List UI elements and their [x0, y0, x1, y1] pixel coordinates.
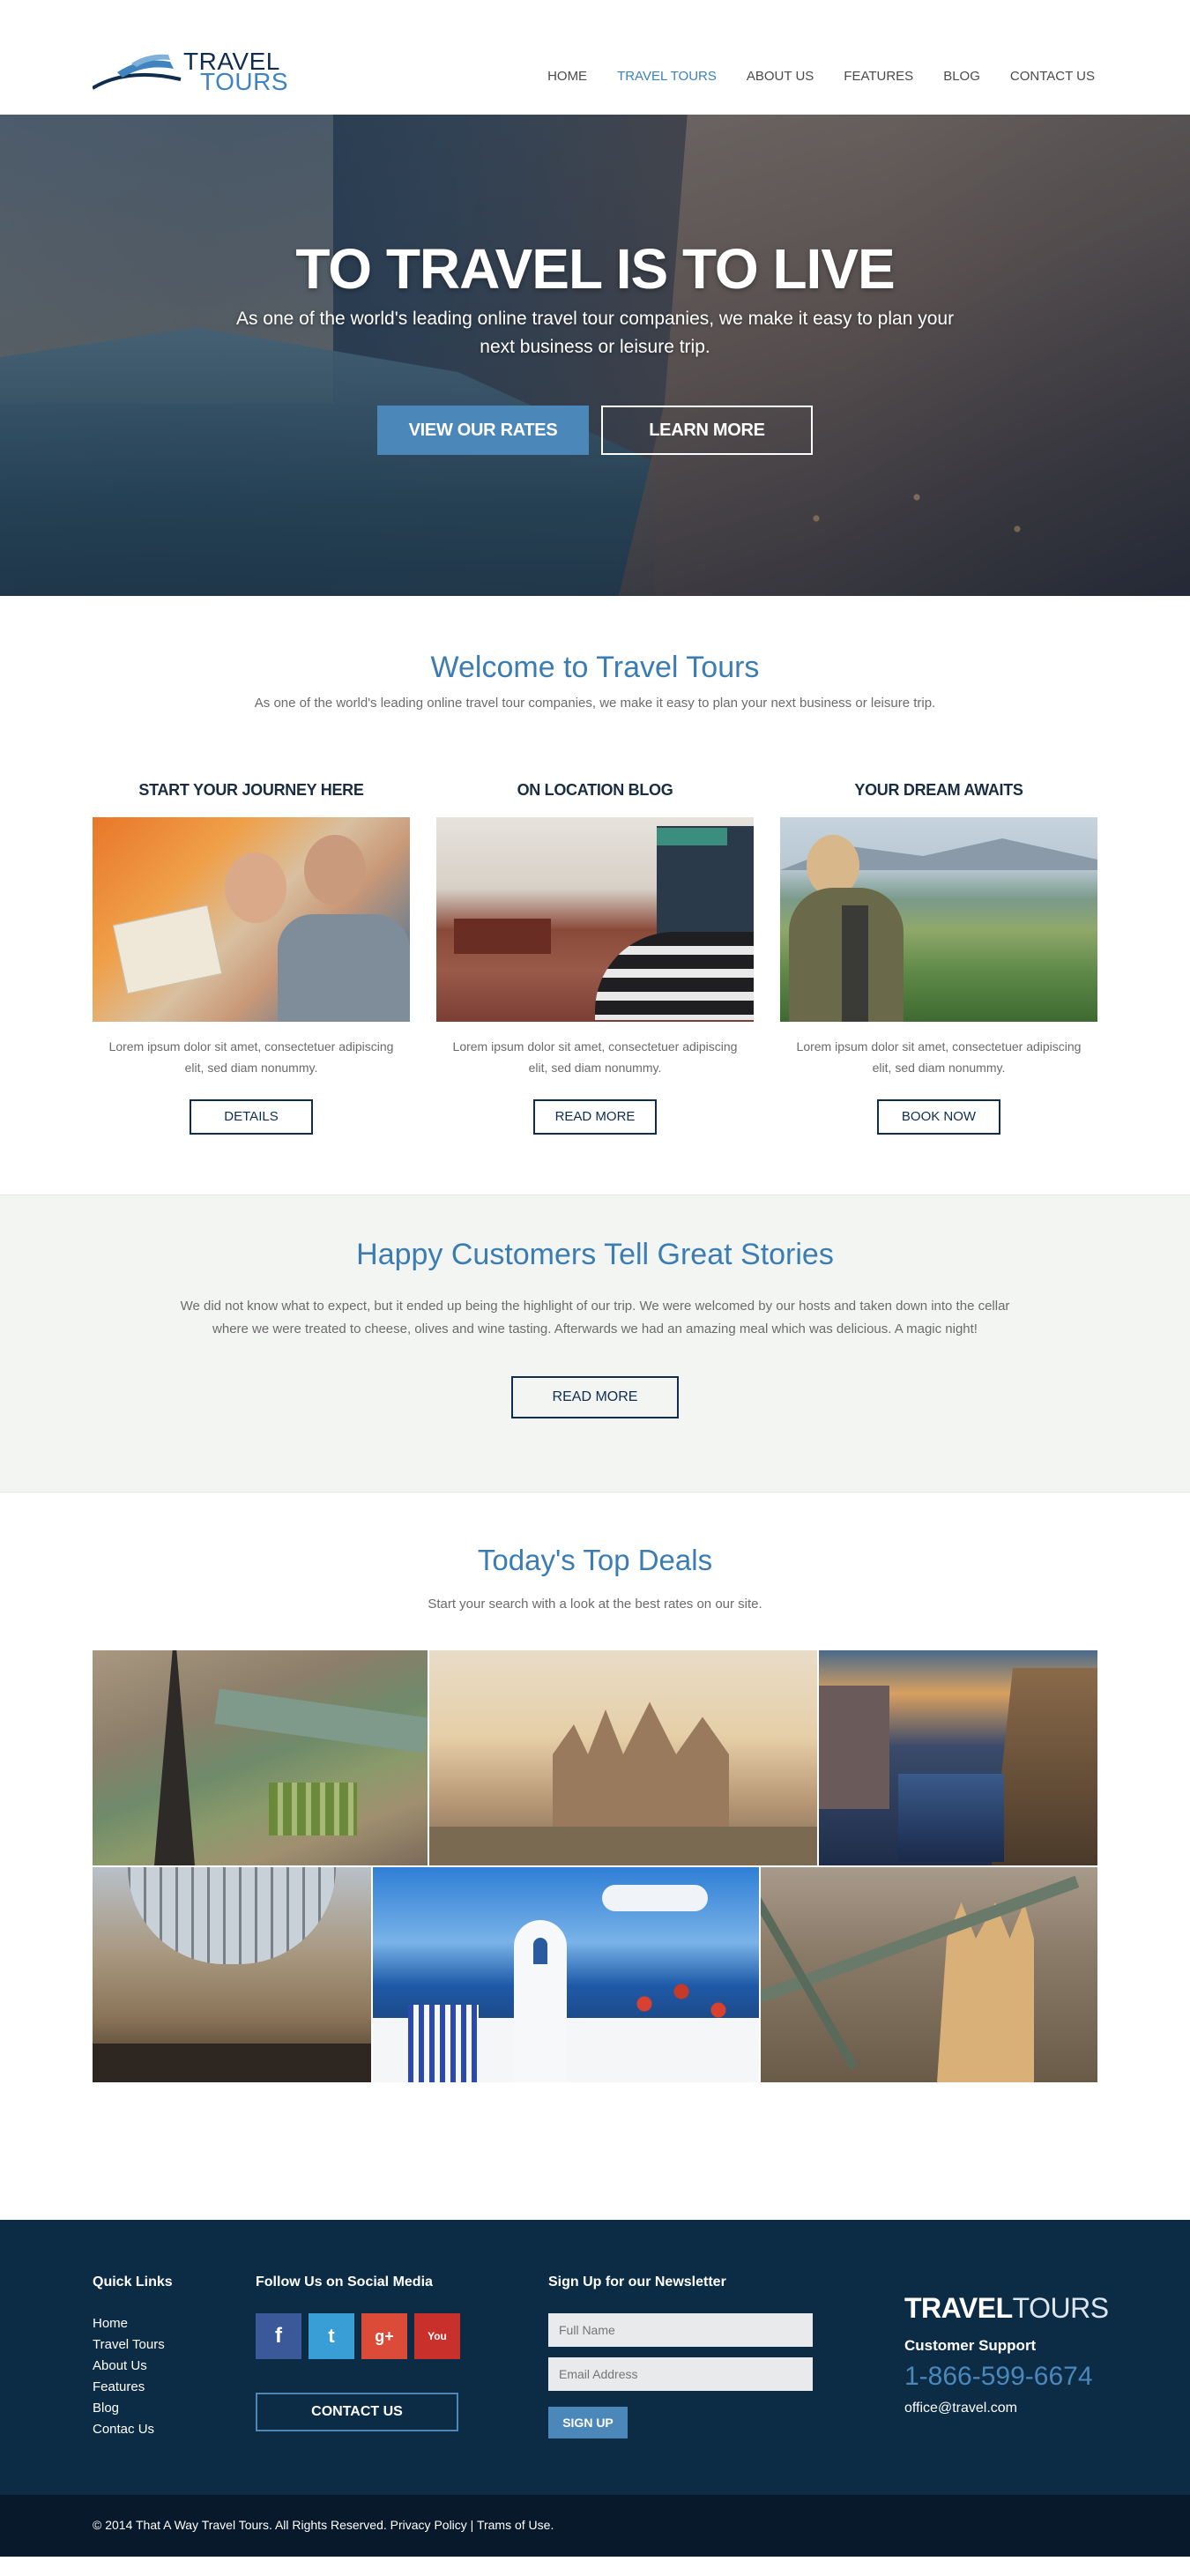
nav-blog[interactable]: BLOG	[943, 69, 980, 84]
learn-more-button[interactable]: LEARN MORE	[601, 406, 813, 455]
deal-tile-galleria[interactable]	[93, 1867, 371, 2082]
footer-link-blog[interactable]: Blog	[93, 2401, 119, 2416]
nav-home[interactable]: HOME	[547, 69, 587, 84]
feature-title: START YOUR JOURNEY HERE	[138, 781, 364, 799]
details-button[interactable]: DETAILS	[190, 1099, 313, 1135]
deal-tile-paris[interactable]	[93, 1650, 428, 1865]
view-rates-button[interactable]: VIEW OUR RATES	[377, 406, 589, 455]
footer-link-features[interactable]: Features	[93, 2379, 145, 2394]
quick-links-list: Home Travel Tours About Us Features Blog…	[93, 2313, 173, 2440]
contact-us-button[interactable]: CONTACT US	[256, 2393, 458, 2431]
footer-brand-bold: TRAVEL	[904, 2292, 1013, 2324]
newsletter-column: Sign Up for our Newsletter SIGN UP	[548, 2274, 813, 2438]
hero-content: TO TRAVEL IS TO LIVE As one of the world…	[0, 238, 1190, 455]
nav-about-us[interactable]: ABOUT US	[747, 69, 814, 84]
newsletter-title: Sign Up for our Newsletter	[548, 2274, 726, 2289]
youtube-icon[interactable]: You	[414, 2313, 460, 2359]
twitter-icon[interactable]: t	[309, 2313, 354, 2359]
welcome-title: Welcome to Travel Tours	[430, 651, 760, 684]
customer-support-label: Customer Support	[904, 2337, 1037, 2354]
quick-links-column: Quick Links Home Travel Tours About Us F…	[93, 2274, 173, 2440]
testimonial-text: We did not know what to expect, but it e…	[180, 1299, 1010, 1336]
testimonial-section: Happy Customers Tell Great Stories We di…	[0, 1195, 1190, 1493]
full-name-field[interactable]	[548, 2313, 813, 2347]
feature-text: Lorem ipsum dolor sit amet, consectetuer…	[452, 1039, 738, 1075]
footer-link-about-us[interactable]: About Us	[93, 2358, 147, 2373]
feature-column-blog: ON LOCATION BLOG Lorem ipsum dolor sit a…	[436, 781, 754, 1135]
contact-info-column: TRAVELTOURS Customer Support 1-866-599-6…	[904, 2292, 1109, 2416]
testimonial-title: Happy Customers Tell Great Stories	[356, 1238, 834, 1271]
quick-links-title: Quick Links	[93, 2274, 173, 2289]
top-deals-section: Today's Top Deals Start your search with…	[0, 1493, 1190, 2082]
deal-tile-tower-bridge[interactable]	[761, 1867, 1097, 2082]
feature-column-dream: YOUR DREAM AWAITS Lorem ipsum dolor sit …	[780, 781, 1097, 1135]
social-buttons: f t g+ You	[256, 2313, 460, 2359]
feature-columns: START YOUR JOURNEY HERE Lorem ipsum dolo…	[93, 781, 1097, 1135]
deals-gallery	[93, 1650, 1097, 2082]
hiker-woman-image	[780, 817, 1097, 1022]
social-column: Follow Us on Social Media f t g+ You CON…	[256, 2274, 460, 2431]
nav-features[interactable]: FEATURES	[844, 69, 913, 84]
hero-buttons: VIEW OUR RATES LEARN MORE	[0, 406, 1190, 455]
logo-text-tours: TOURS	[200, 68, 288, 95]
footer-link-travel-tours[interactable]: Travel Tours	[93, 2337, 165, 2352]
deal-tile-castle[interactable]	[429, 1650, 817, 1865]
feature-title: ON LOCATION BLOG	[517, 781, 673, 799]
hero-subtitle: As one of the world's leading online tra…	[235, 309, 955, 357]
footer-brand-light: TOURS	[1012, 2292, 1109, 2324]
copyright-text: © 2014 That A Way Travel Tours. All Righ…	[93, 2518, 554, 2532]
google-plus-icon[interactable]: g+	[361, 2313, 407, 2359]
deal-tile-santorini[interactable]	[373, 1867, 759, 2082]
hero-title: TO TRAVEL IS TO LIVE	[295, 237, 895, 301]
support-phone[interactable]: 1-866-599-6674	[904, 2362, 1109, 2392]
read-more-stories-button[interactable]: READ MORE	[511, 1376, 679, 1418]
deals-subtitle: Start your search with a look at the bes…	[428, 1597, 762, 1612]
email-address-field[interactable]	[548, 2357, 813, 2391]
feature-column-journey: START YOUR JOURNEY HERE Lorem ipsum dolo…	[93, 781, 410, 1135]
feature-text: Lorem ipsum dolor sit amet, consectetuer…	[796, 1039, 1082, 1075]
read-more-blog-button[interactable]: READ MORE	[533, 1099, 657, 1135]
social-title: Follow Us on Social Media	[256, 2274, 433, 2289]
welcome-subtitle: As one of the world's leading online tra…	[254, 696, 936, 711]
footer-link-contact-us[interactable]: Contac Us	[93, 2422, 154, 2437]
couple-map-image	[93, 817, 410, 1022]
site-logo[interactable]: TRAVEL TOURS	[93, 49, 288, 94]
welcome-section: Welcome to Travel Tours As one of the wo…	[0, 596, 1190, 1135]
footer-brand: TRAVELTOURS	[904, 2292, 1109, 2325]
feature-title: YOUR DREAM AWAITS	[854, 781, 1023, 799]
nav-contact-us[interactable]: CONTACT US	[1010, 69, 1095, 84]
site-header: TRAVEL TOURS HOME TRAVEL TOURS ABOUT US …	[0, 0, 1190, 115]
nav-travel-tours[interactable]: TRAVEL TOURS	[617, 69, 717, 84]
sign-up-button[interactable]: SIGN UP	[548, 2407, 628, 2438]
footer-bottom-bar: © 2014 That A Way Travel Tours. All Righ…	[0, 2495, 1190, 2557]
hotel-lobby-image	[436, 817, 754, 1022]
support-email[interactable]: office@travel.com	[904, 2401, 1109, 2416]
deals-title: Today's Top Deals	[477, 1544, 713, 1576]
feature-text: Lorem ipsum dolor sit amet, consectetuer…	[108, 1039, 394, 1075]
footer-link-home[interactable]: Home	[93, 2316, 128, 2331]
site-footer: Quick Links Home Travel Tours About Us F…	[0, 2220, 1190, 2557]
logo-waves-icon	[93, 54, 182, 90]
facebook-icon[interactable]: f	[256, 2313, 301, 2359]
book-now-button[interactable]: BOOK NOW	[877, 1099, 1000, 1135]
deal-tile-venice-night[interactable]	[819, 1650, 1097, 1865]
main-nav: HOME TRAVEL TOURS ABOUT US FEATURES BLOG…	[517, 69, 1095, 84]
hero-banner: TO TRAVEL IS TO LIVE As one of the world…	[0, 115, 1190, 596]
